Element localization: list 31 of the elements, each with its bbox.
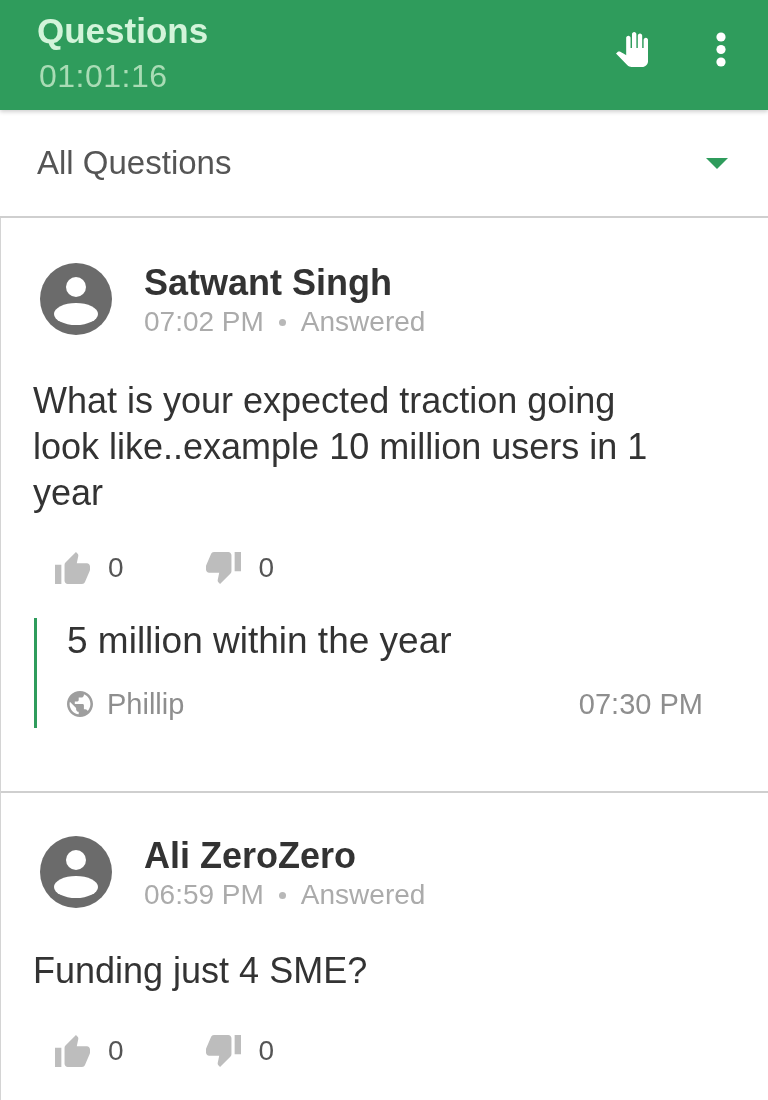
answer-author: Phillip [107, 688, 185, 720]
avatar-icon [40, 836, 112, 908]
session-timer: 01:01:16 [39, 57, 169, 96]
thumbs-up-icon [55, 1035, 90, 1067]
screen-title: Questions [37, 11, 209, 51]
question-text: Funding just 4 SME? [33, 949, 369, 993]
raise-hand-button[interactable] [616, 32, 648, 67]
upvote-button[interactable]: 0 [55, 550, 124, 586]
question-status: Answered [300, 879, 426, 911]
downvote-button[interactable]: 0 [205, 1033, 275, 1069]
thumbs-up-icon [55, 552, 90, 584]
raised-hand-icon [616, 32, 648, 67]
more-menu-icon [716, 32, 726, 67]
question-text: What is your expected traction going look like..example 10 million users in 1 year [33, 379, 649, 515]
avatar-icon [40, 263, 112, 335]
author-name: Satwant Singh [144, 263, 393, 303]
answer-text: 5 million within the year [67, 619, 453, 663]
downvote-button[interactable]: 0 [205, 550, 275, 586]
thumbs-down-icon [205, 1035, 241, 1067]
thumbs-down-icon [205, 552, 241, 584]
upvote-button[interactable]: 0 [55, 1033, 124, 1069]
question-status: Answered [300, 306, 426, 338]
question-time: 07:02 PM [144, 306, 264, 338]
separator-dot-icon [278, 891, 286, 899]
dropdown-caret-icon [706, 157, 728, 169]
author-name: Ali ZeroZero [144, 836, 358, 876]
globe-icon [67, 691, 93, 717]
more-menu-button[interactable] [716, 32, 726, 67]
separator-dot-icon [278, 318, 286, 326]
question-time: 06:59 PM [144, 879, 264, 911]
answer-time: 07:30 PM [578, 688, 703, 720]
